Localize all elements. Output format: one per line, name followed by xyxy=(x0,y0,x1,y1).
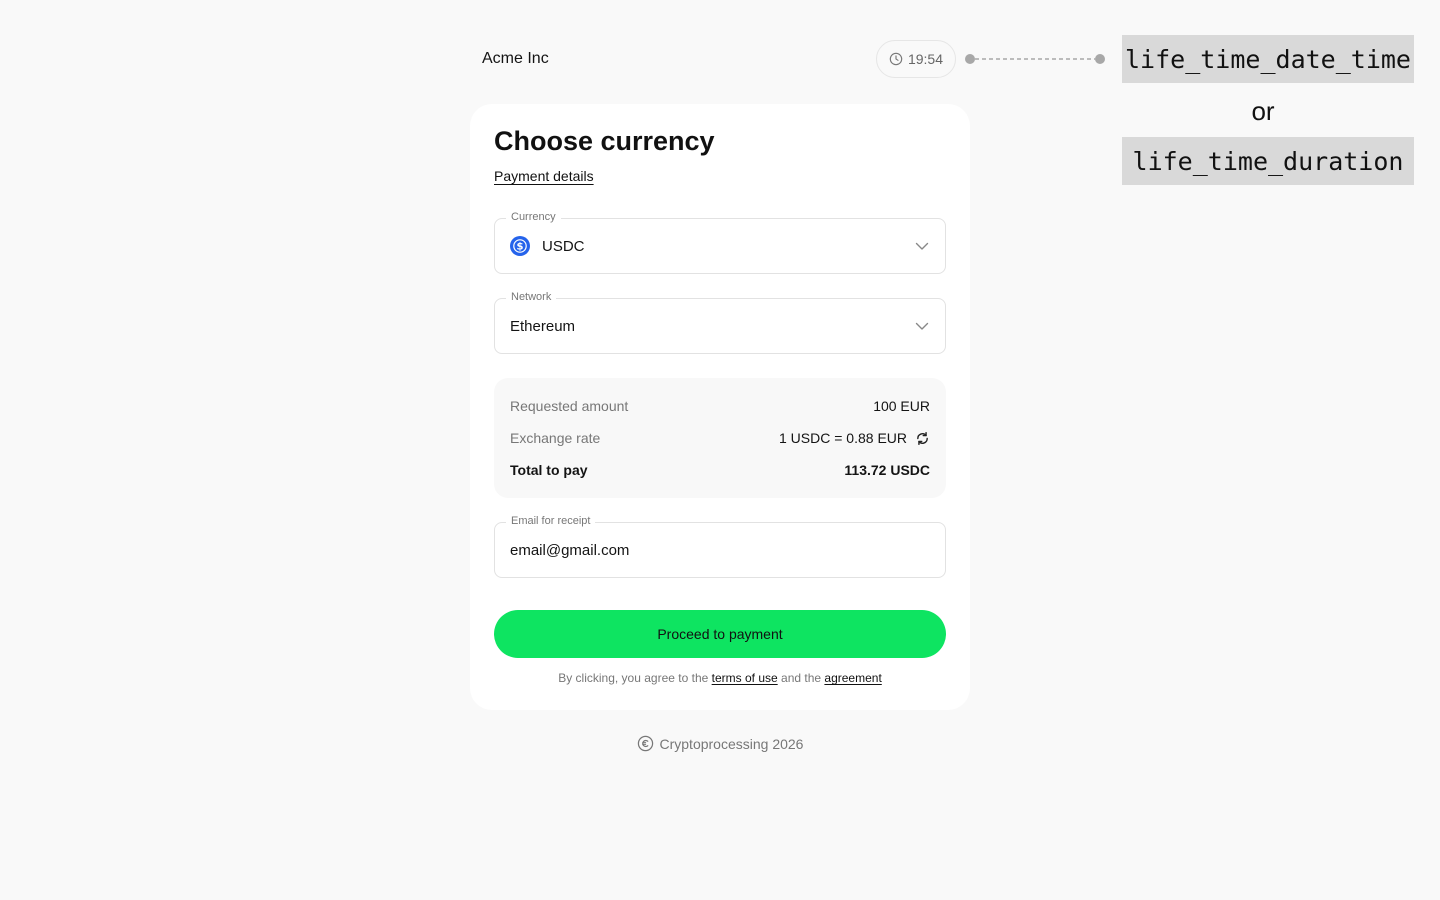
exchange-rate-row: Exchange rate 1 USDC = 0.88 EUR xyxy=(510,428,930,448)
timer-value: 19:54 xyxy=(907,51,944,67)
exchange-rate-value: 1 USDC = 0.88 EUR xyxy=(779,430,907,446)
proceed-to-payment-button[interactable]: Proceed to payment xyxy=(494,610,946,658)
agreement-link[interactable]: agreement xyxy=(824,671,881,685)
requested-amount-row: Requested amount 100 EUR xyxy=(510,396,930,416)
currency-value: USDC xyxy=(542,237,585,255)
payment-details-link[interactable]: Payment details xyxy=(494,168,594,184)
currency-select[interactable]: Currency $ USDC xyxy=(494,211,946,274)
total-value: 113.72 USDC xyxy=(844,462,930,478)
usdc-coin-icon: $ xyxy=(510,236,530,256)
page-title: Choose currency xyxy=(494,126,715,156)
total-row: Total to pay 113.72 USDC xyxy=(510,460,930,480)
payment-card: Choose currency Payment details Currency… xyxy=(470,104,970,710)
annotation-tag-date-time: life_time_date_time xyxy=(1122,35,1414,83)
merchant-name: Acme Inc xyxy=(482,50,549,67)
annotation-connector xyxy=(965,54,1105,64)
email-field[interactable]: Email for receipt email@gmail.com xyxy=(494,515,946,578)
email-value[interactable]: email@gmail.com xyxy=(510,542,629,559)
total-label: Total to pay xyxy=(510,462,588,478)
legal-notice: By clicking, you agree to the terms of u… xyxy=(470,671,970,685)
copyright-icon xyxy=(637,735,653,752)
legal-prefix: By clicking, you agree to the xyxy=(558,671,709,685)
network-select[interactable]: Network Ethereum xyxy=(494,291,946,354)
expiry-timer: 19:54 xyxy=(876,40,956,78)
annotation-tag-duration: life_time_duration xyxy=(1122,137,1414,185)
exchange-rate-wrap: 1 USDC = 0.88 EUR xyxy=(779,430,930,446)
legal-middle: and the xyxy=(781,671,822,685)
terms-of-use-link[interactable]: terms of use xyxy=(712,671,778,685)
network-value: Ethereum xyxy=(510,317,576,335)
footer-text: Cryptoprocessing 2026 xyxy=(659,735,804,752)
annotation-or-label: or xyxy=(1251,96,1275,126)
footer: Cryptoprocessing 2026 xyxy=(0,735,1440,752)
clock-icon xyxy=(889,52,903,66)
exchange-rate-label: Exchange rate xyxy=(510,430,601,446)
chevron-down-icon xyxy=(915,242,929,250)
chevron-down-icon xyxy=(915,322,929,330)
requested-amount-value: 100 EUR xyxy=(873,398,930,414)
refresh-icon[interactable] xyxy=(915,431,930,446)
requested-amount-label: Requested amount xyxy=(510,398,629,414)
svg-text:$: $ xyxy=(517,242,524,253)
payment-summary: Requested amount 100 EUR Exchange rate 1… xyxy=(494,378,946,498)
